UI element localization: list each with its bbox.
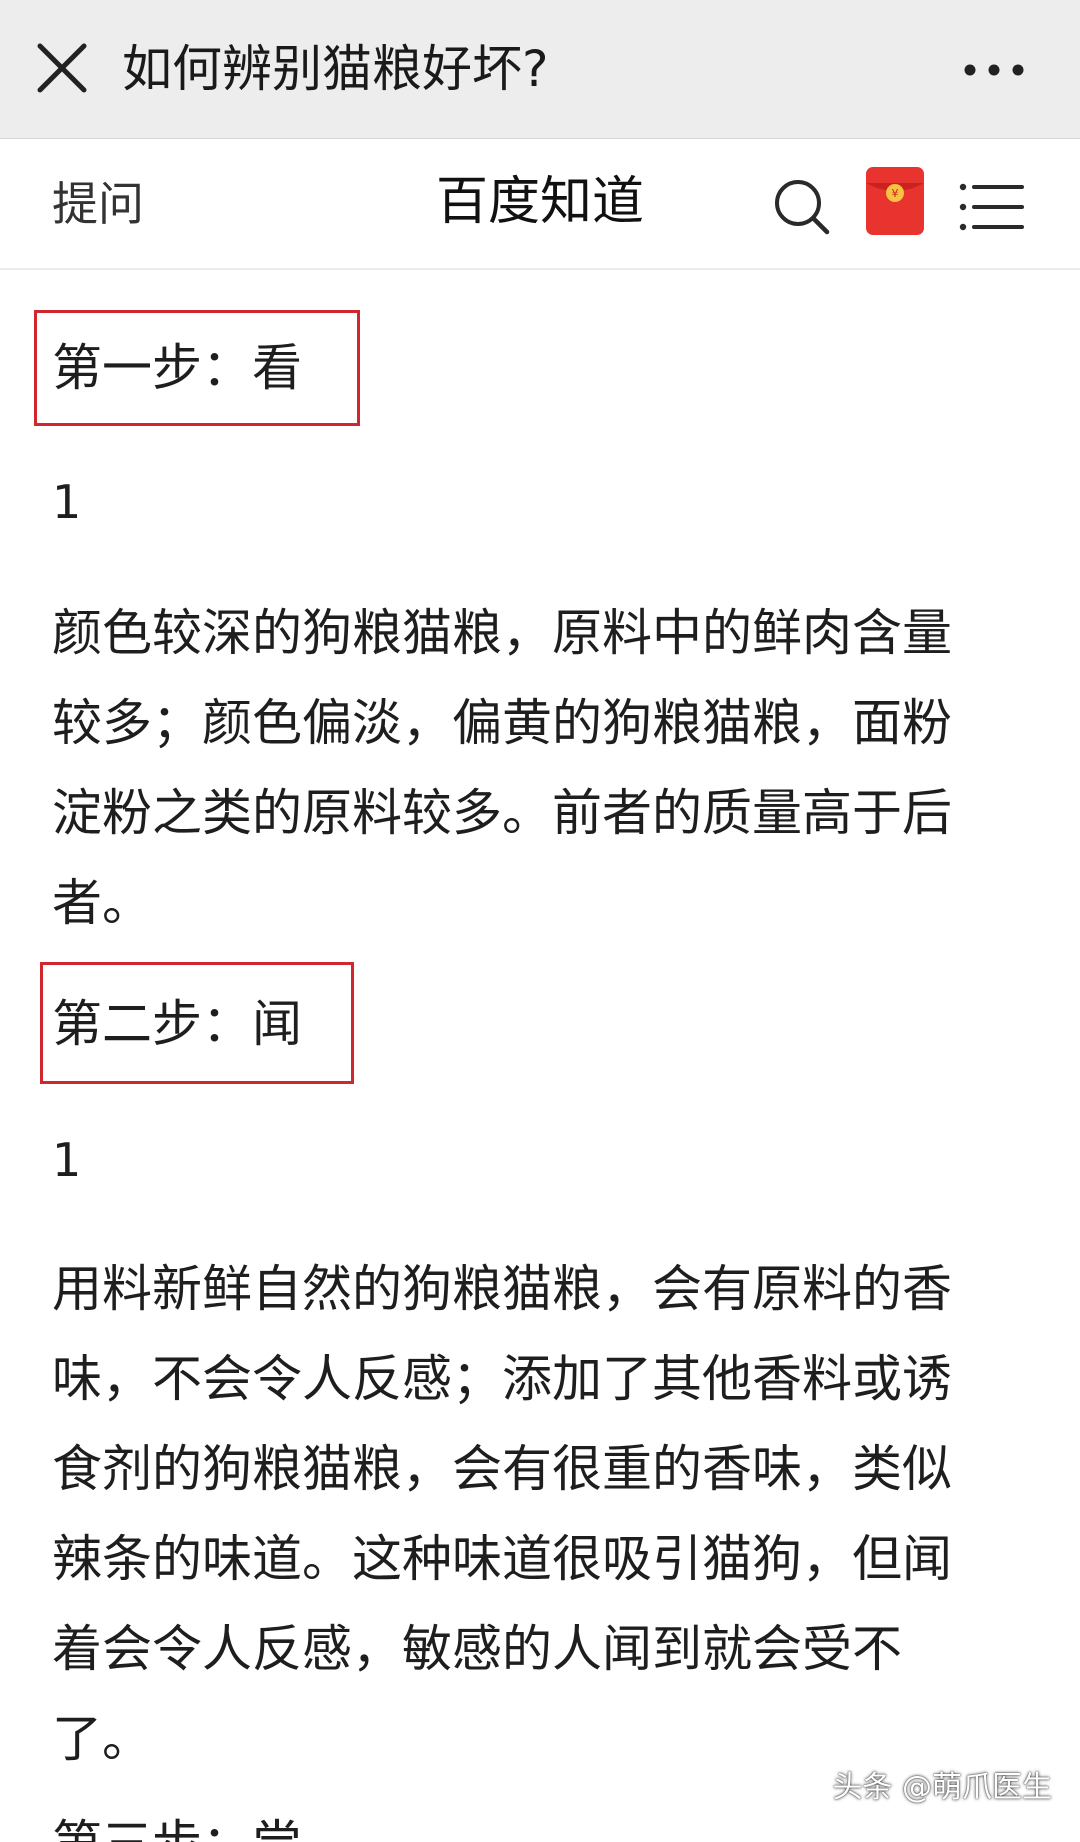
paragraph-line: 用料新鲜自然的狗粮猫粮，会有原料的香	[52, 1260, 952, 1318]
step-heading: 第二步：闻	[52, 995, 302, 1053]
menu-button[interactable]	[958, 179, 1026, 235]
site-header: 提问 百度知道 ¥	[0, 139, 1080, 270]
more-options-button[interactable]	[952, 40, 1036, 100]
step-heading-clipped: 第三步：尝	[0, 1810, 1080, 1842]
webview-titlebar: 如何辨别猫粮好坏?	[0, 0, 1080, 139]
paragraph-line: 着会令人反感，敏感的人闻到就会受不	[52, 1620, 902, 1678]
webview-page: 如何辨别猫粮好坏? 提问 百度知道 ¥ 第一步：看 1 颜色较深的狗粮猫粮，原料…	[0, 0, 1080, 1842]
close-icon	[37, 43, 87, 93]
step-number: 1	[52, 475, 82, 529]
paragraph-line: 者。	[52, 874, 152, 932]
paragraph-line: 颜色较深的狗粮猫粮，原料中的鲜肉含量	[52, 604, 952, 662]
search-button[interactable]	[770, 175, 834, 239]
step-heading: 第三步：尝	[52, 1812, 302, 1842]
step-paragraph: 用料新鲜自然的狗粮猫粮，会有原料的香 味，不会令人反感；添加了其他香料或诱 食剂…	[52, 1244, 1032, 1784]
paragraph-line: 淀粉之类的原料较多。前者的质量高于后	[52, 784, 952, 842]
search-icon	[775, 180, 830, 235]
close-button[interactable]	[26, 32, 98, 104]
menu-list-icon	[959, 183, 1024, 231]
red-envelope-icon: ¥	[866, 167, 924, 235]
ask-question-link[interactable]: 提问	[52, 172, 144, 236]
paragraph-line: 辣条的味道。这种味道很吸引猫狗，但闻	[52, 1530, 952, 1588]
paragraph-line: 较多；颜色偏淡，偏黄的狗粮猫粮，面粉	[52, 694, 952, 752]
paragraph-line: 味，不会令人反感；添加了其他香料或诱	[52, 1350, 952, 1408]
step-number: 1	[52, 1133, 82, 1187]
paragraph-line: 食剂的狗粮猫粮，会有很重的香味，类似	[52, 1440, 952, 1498]
red-envelope-button[interactable]: ¥	[866, 167, 924, 235]
step-heading: 第一步：看	[52, 339, 302, 397]
source-watermark: 头条 @萌爪医生	[832, 1770, 1052, 1805]
site-brand-title[interactable]: 百度知道	[436, 172, 644, 232]
svg-text:¥: ¥	[892, 187, 899, 200]
step-paragraph: 颜色较深的狗粮猫粮，原料中的鲜肉含量 较多；颜色偏淡，偏黄的狗粮猫粮，面粉 淀粉…	[52, 588, 1032, 948]
more-dots-icon	[964, 64, 1024, 76]
page-title: 如何辨别猫粮好坏?	[122, 40, 549, 98]
